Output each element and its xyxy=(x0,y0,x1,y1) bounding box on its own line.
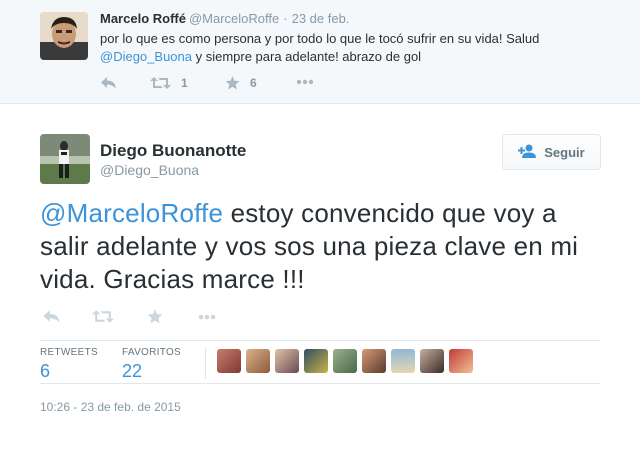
retweets-label: RETWEETS xyxy=(40,347,98,358)
favoriter-avatar[interactable] xyxy=(304,349,328,373)
favoriter-avatar[interactable] xyxy=(449,349,473,373)
tweet-stats: RETWEETS 6 FAVORITOS 22 xyxy=(40,340,600,384)
tweet-text: por lo que es como persona y por todo lo… xyxy=(100,30,600,66)
tweet-actions: 1 6 xyxy=(100,76,460,94)
add-user-icon xyxy=(518,144,537,161)
reply-icon xyxy=(42,309,61,324)
retweet-icon xyxy=(150,76,171,90)
reply-tweet[interactable]: Marcelo Roffé @MarceloRoffe · 23 de feb. po… xyxy=(0,0,640,104)
stats-divider xyxy=(205,347,206,379)
tweet-text: @MarceloRoffe estoy convencido que voy a… xyxy=(40,197,610,296)
avatar[interactable] xyxy=(40,134,90,184)
retweet-button[interactable] xyxy=(92,309,114,324)
retweets-count[interactable]: 6 xyxy=(40,361,98,382)
favoriter-avatar[interactable] xyxy=(391,349,415,373)
favoriter-avatar[interactable] xyxy=(333,349,357,373)
author-name[interactable]: Diego Buonanotte xyxy=(100,141,246,161)
retweet-icon xyxy=(92,309,114,324)
tweet-actions xyxy=(40,309,260,329)
more-icon xyxy=(197,314,217,320)
follow-label: Seguir xyxy=(544,144,585,160)
main-tweet: Diego Buonanotte @Diego_Buona Seguir @Ma… xyxy=(0,104,640,450)
mention-link[interactable]: @MarceloRoffe xyxy=(40,198,223,228)
favorites-count[interactable]: 22 xyxy=(122,361,181,382)
more-button[interactable] xyxy=(197,314,217,320)
reply-button[interactable] xyxy=(42,309,61,324)
favoriter-avatar[interactable] xyxy=(362,349,386,373)
favorite-button[interactable]: 6 xyxy=(225,76,257,90)
favoriter-avatar[interactable] xyxy=(275,349,299,373)
star-icon xyxy=(225,76,240,90)
favorite-button[interactable] xyxy=(147,309,163,324)
mention-link[interactable]: @Diego_Buona xyxy=(100,49,192,64)
retweets-stat[interactable]: RETWEETS 6 xyxy=(40,347,98,382)
screen-name[interactable]: @Diego_Buona xyxy=(100,162,199,178)
favorite-count: 6 xyxy=(250,76,257,90)
tweet-text-part: y siempre para adelante! abrazo de gol xyxy=(191,49,422,64)
favoriter-avatar[interactable] xyxy=(246,349,270,373)
star-icon xyxy=(147,309,163,324)
favoriter-avatar[interactable] xyxy=(420,349,444,373)
reply-icon xyxy=(100,76,117,90)
retweet-count: 1 xyxy=(181,76,188,90)
reply-button[interactable] xyxy=(100,76,117,90)
retweet-button[interactable]: 1 xyxy=(150,76,188,90)
favorites-label: FAVORITOS xyxy=(122,347,182,358)
separator: · xyxy=(283,11,288,26)
favorites-stat[interactable]: FAVORITOS 22 xyxy=(122,347,181,382)
favoriters-avatars xyxy=(217,349,478,375)
follow-button[interactable]: Seguir xyxy=(502,134,601,170)
tweet-header: Marcelo Roffé @MarceloRoffe · 23 de feb. xyxy=(100,11,349,26)
more-button[interactable] xyxy=(296,79,314,85)
author-name[interactable]: Marcelo Roffé xyxy=(100,11,186,26)
tweet-time[interactable]: 23 de feb. xyxy=(292,11,350,26)
tweet-timestamp[interactable]: 10:26 - 23 de feb. de 2015 xyxy=(40,400,181,414)
tweet-text-part: por lo que es como persona y por todo lo… xyxy=(100,31,540,46)
favoriter-avatar[interactable] xyxy=(217,349,241,373)
avatar[interactable] xyxy=(40,12,88,60)
screen-name[interactable]: @MarceloRoffe xyxy=(189,11,279,26)
more-icon xyxy=(296,79,314,85)
